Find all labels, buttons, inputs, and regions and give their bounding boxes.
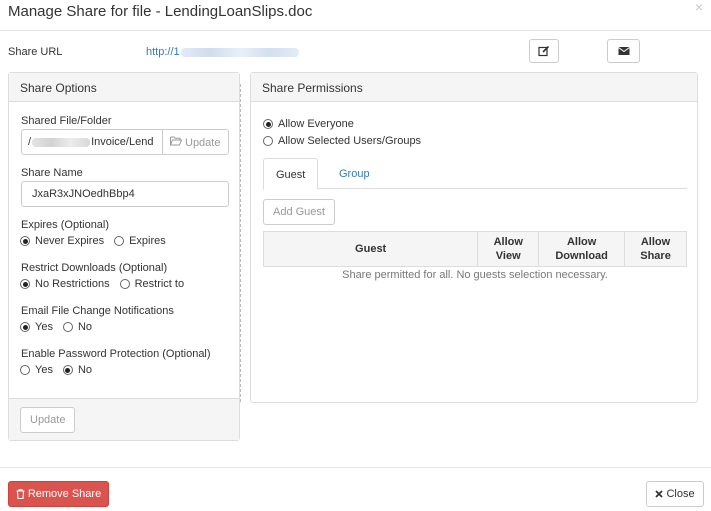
close-x-icon[interactable]: × <box>695 0 703 14</box>
radio-email-yes[interactable] <box>20 322 30 332</box>
share-options-panel: Share Options Shared File/Folder / Invoic… <box>8 72 240 441</box>
permission-radio-everyone: Allow Everyone <box>263 118 364 130</box>
radio-label-never-expires: Never Expires <box>35 235 105 247</box>
password-protection-label: Enable Password Protection (Optional) <box>21 348 211 360</box>
col-allow-share[interactable]: Allow Share <box>624 231 687 267</box>
permission-radio-selected: Allow Selected Users/Groups <box>263 135 431 147</box>
share-url-link[interactable]: http://1 <box>146 46 299 58</box>
radio-label-allow-everyone: Allow Everyone <box>278 118 354 130</box>
tab-guest[interactable]: Guest <box>263 158 319 190</box>
shared-file-input-group: / Invoice/Lend Update <box>21 129 229 155</box>
radio-no-restrictions[interactable] <box>20 279 30 289</box>
remove-share-label: Remove Share <box>27 488 102 500</box>
share-name-input[interactable]: JxaR3xJNOedhBbp4 <box>21 181 229 207</box>
guest-table: Guest Allow View Allow Download Allow Sh… <box>262 231 687 267</box>
folder-open-icon <box>170 136 182 146</box>
share-options-footer: Update <box>9 398 239 440</box>
tab-group[interactable]: Group <box>327 158 382 189</box>
shared-file-update-button[interactable]: Update <box>162 130 228 154</box>
guest-table-header-row: Guest Allow View Allow Download Allow Sh… <box>262 231 687 267</box>
modal-footer: Remove Share Close <box>0 467 711 511</box>
radio-password-no[interactable] <box>62 365 73 375</box>
radio-allow-selected[interactable] <box>263 136 273 146</box>
trash-icon <box>16 489 25 499</box>
times-icon <box>655 490 664 498</box>
edit-icon <box>538 45 550 57</box>
guest-table-empty-message: Share permitted for all. No guests selec… <box>342 269 608 281</box>
update-share-button[interactable]: Update <box>20 407 76 433</box>
restrict-downloads-label: Restrict Downloads (Optional) <box>21 262 168 274</box>
dialog-title: Manage Share for file - LendingLoanSlips… <box>8 3 313 20</box>
password-protection-radio-group: Yes No <box>20 364 102 376</box>
radio-label-email-yes: Yes <box>35 321 53 333</box>
radio-label-password-yes: Yes <box>35 364 53 376</box>
close-label: Close <box>666 488 695 500</box>
shared-file-label: Shared File/Folder <box>21 115 112 127</box>
radio-restrict-to[interactable] <box>119 279 130 289</box>
radio-label-email-no: No <box>77 321 93 333</box>
radio-allow-everyone[interactable] <box>263 119 273 129</box>
panel-divider <box>240 84 241 402</box>
modal-header: Manage Share for file - LendingLoanSlips… <box>0 0 711 31</box>
radio-expires[interactable] <box>114 236 125 246</box>
expires-label: Expires (Optional) <box>21 219 110 231</box>
share-permissions-panel: Share Permissions Allow Everyone Allow S… <box>250 72 698 403</box>
radio-label-restrict-to: Restrict to <box>134 278 185 290</box>
permission-tabs: Guest Group <box>263 158 687 190</box>
radio-label-no-restrictions: No Restrictions <box>35 278 110 290</box>
shared-file-path-end: Invoice/Lend <box>91 136 154 148</box>
radio-email-no[interactable] <box>62 322 73 332</box>
shared-file-update-label: Update <box>185 137 221 149</box>
shared-file-path-redacted <box>32 137 91 147</box>
email-notifications-label: Email File Change Notifications <box>21 305 174 317</box>
col-guest[interactable]: Guest <box>262 231 479 267</box>
radio-label-allow-selected: Allow Selected Users/Groups <box>278 135 422 147</box>
share-url-text: http://1 <box>146 46 180 58</box>
col-allow-download[interactable]: Allow Download <box>538 231 626 267</box>
share-permissions-heading: Share Permissions <box>251 73 697 102</box>
share-url-label: Share URL <box>8 46 63 58</box>
radio-label-password-no: No <box>77 364 93 376</box>
close-button[interactable]: Close <box>646 481 704 507</box>
radio-password-yes[interactable] <box>20 365 30 375</box>
col-allow-view[interactable]: Allow View <box>477 231 540 267</box>
envelope-icon <box>617 47 630 55</box>
expires-radio-group: Never Expires Expires <box>20 235 176 247</box>
share-url-redacted <box>180 47 299 57</box>
email-notifications-radio-group: Yes No <box>20 321 102 333</box>
shared-file-path-start: / <box>28 136 32 148</box>
share-options-heading: Share Options <box>9 73 239 102</box>
edit-share-url-button[interactable] <box>529 39 559 63</box>
remove-share-button[interactable]: Remove Share <box>8 481 109 507</box>
radio-label-expires: Expires <box>129 235 166 247</box>
add-guest-button[interactable]: Add Guest <box>263 199 335 225</box>
shared-file-path[interactable]: / Invoice/Lend <box>22 130 162 154</box>
radio-never-expires[interactable] <box>20 236 30 246</box>
email-share-url-button[interactable] <box>607 39 640 63</box>
restrict-downloads-radio-group: No Restrictions Restrict to <box>20 278 194 290</box>
share-name-label: Share Name <box>21 167 83 179</box>
